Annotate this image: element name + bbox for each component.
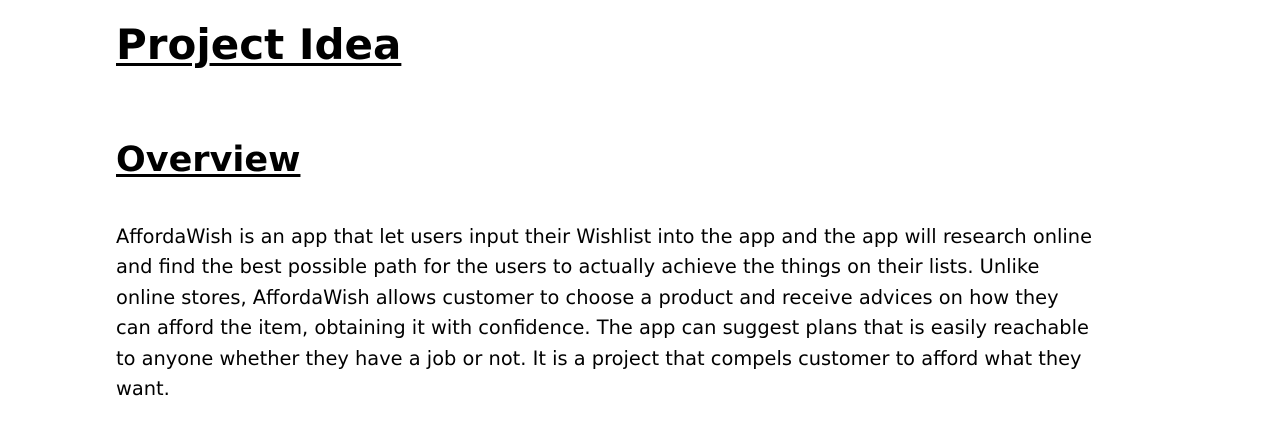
paragraph-line: can afford the item, obtaining it with c…	[116, 316, 1089, 340]
paragraph-line: to anyone whether they have a job or not…	[116, 346, 1082, 370]
overview-paragraph: AffordaWish is an app that let users inp…	[116, 222, 1146, 404]
paragraph-line: AffordaWish is an app that let users inp…	[116, 225, 1093, 248]
section-heading-overview: Overview	[116, 140, 301, 180]
paragraph-line: and find the best possible path for the …	[116, 255, 1040, 279]
paragraph-line: online stores, AffordaWish allows custom…	[116, 285, 1059, 309]
document-title: Project Idea	[116, 20, 402, 69]
paragraph-line: want.	[116, 377, 170, 401]
